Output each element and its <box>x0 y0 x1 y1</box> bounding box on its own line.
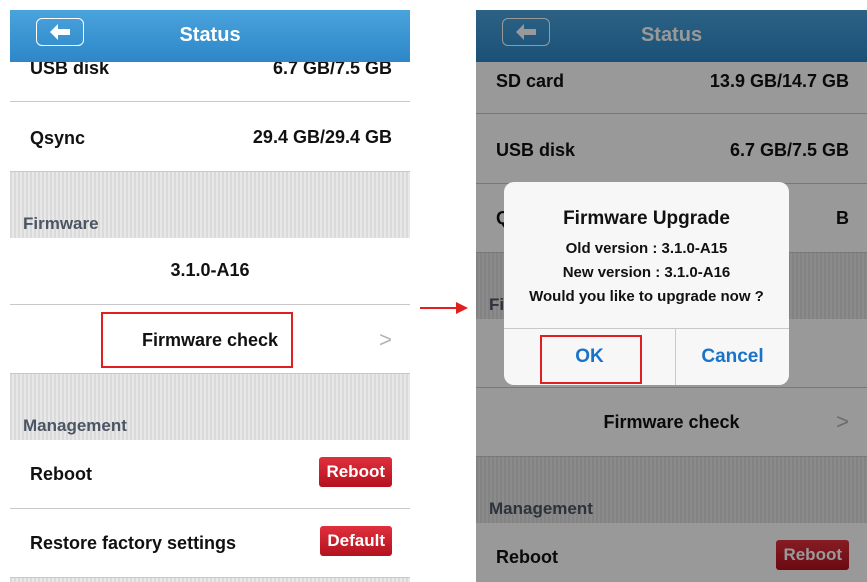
qsync-value: 29.4 GB/29.4 GB <box>252 127 392 147</box>
nav-bar: Status <box>10 10 410 62</box>
upgrade-prompt-text: Would you like to upgrade now ? <box>529 288 764 305</box>
list-item-qsync: Qsync 29.4 GB/29.4 GB <box>10 102 410 172</box>
old-version-text: Old version : 3.1.0-A15 <box>565 240 728 257</box>
right-phone-screen: Status SD card 13.9 GB/14.7 GB USB disk … <box>476 10 867 582</box>
status-list: USB disk 6.7 GB/7.5 GB Qsync 29.4 GB/29.… <box>10 44 410 582</box>
section-footer <box>10 578 410 582</box>
firmware-version-row: 3.1.0-A16 <box>10 238 410 305</box>
restore-factory-label: Restore factory settings <box>30 533 237 553</box>
section-header-firmware: Firmware <box>10 172 410 238</box>
section-label: Management <box>23 416 127 435</box>
left-phone-screen: Status USB disk 6.7 GB/7.5 GB Qsync 29.4… <box>10 10 410 582</box>
qsync-label: Qsync <box>30 128 86 148</box>
cancel-button[interactable]: Cancel <box>676 328 789 385</box>
default-button[interactable]: Default <box>320 526 392 556</box>
reboot-label: Reboot <box>30 464 92 484</box>
new-version-text: New version : 3.1.0-A16 <box>562 264 731 281</box>
page-title: Status <box>179 24 241 46</box>
ok-button-highlight <box>540 335 642 384</box>
arrow-right-icon <box>420 302 468 314</box>
list-item-restore-factory: Restore factory settings Default <box>10 509 410 578</box>
list-item-reboot: Reboot Reboot <box>10 440 410 509</box>
section-header-management: Management <box>10 374 410 440</box>
chevron-right-icon: > <box>379 327 392 352</box>
firmware-version: 3.1.0-A16 <box>170 260 250 280</box>
reboot-button[interactable]: Reboot <box>319 457 392 487</box>
dialog-title: Firmware Upgrade <box>563 208 730 229</box>
firmware-check-highlight <box>101 312 293 368</box>
section-label: Firmware <box>23 214 99 233</box>
